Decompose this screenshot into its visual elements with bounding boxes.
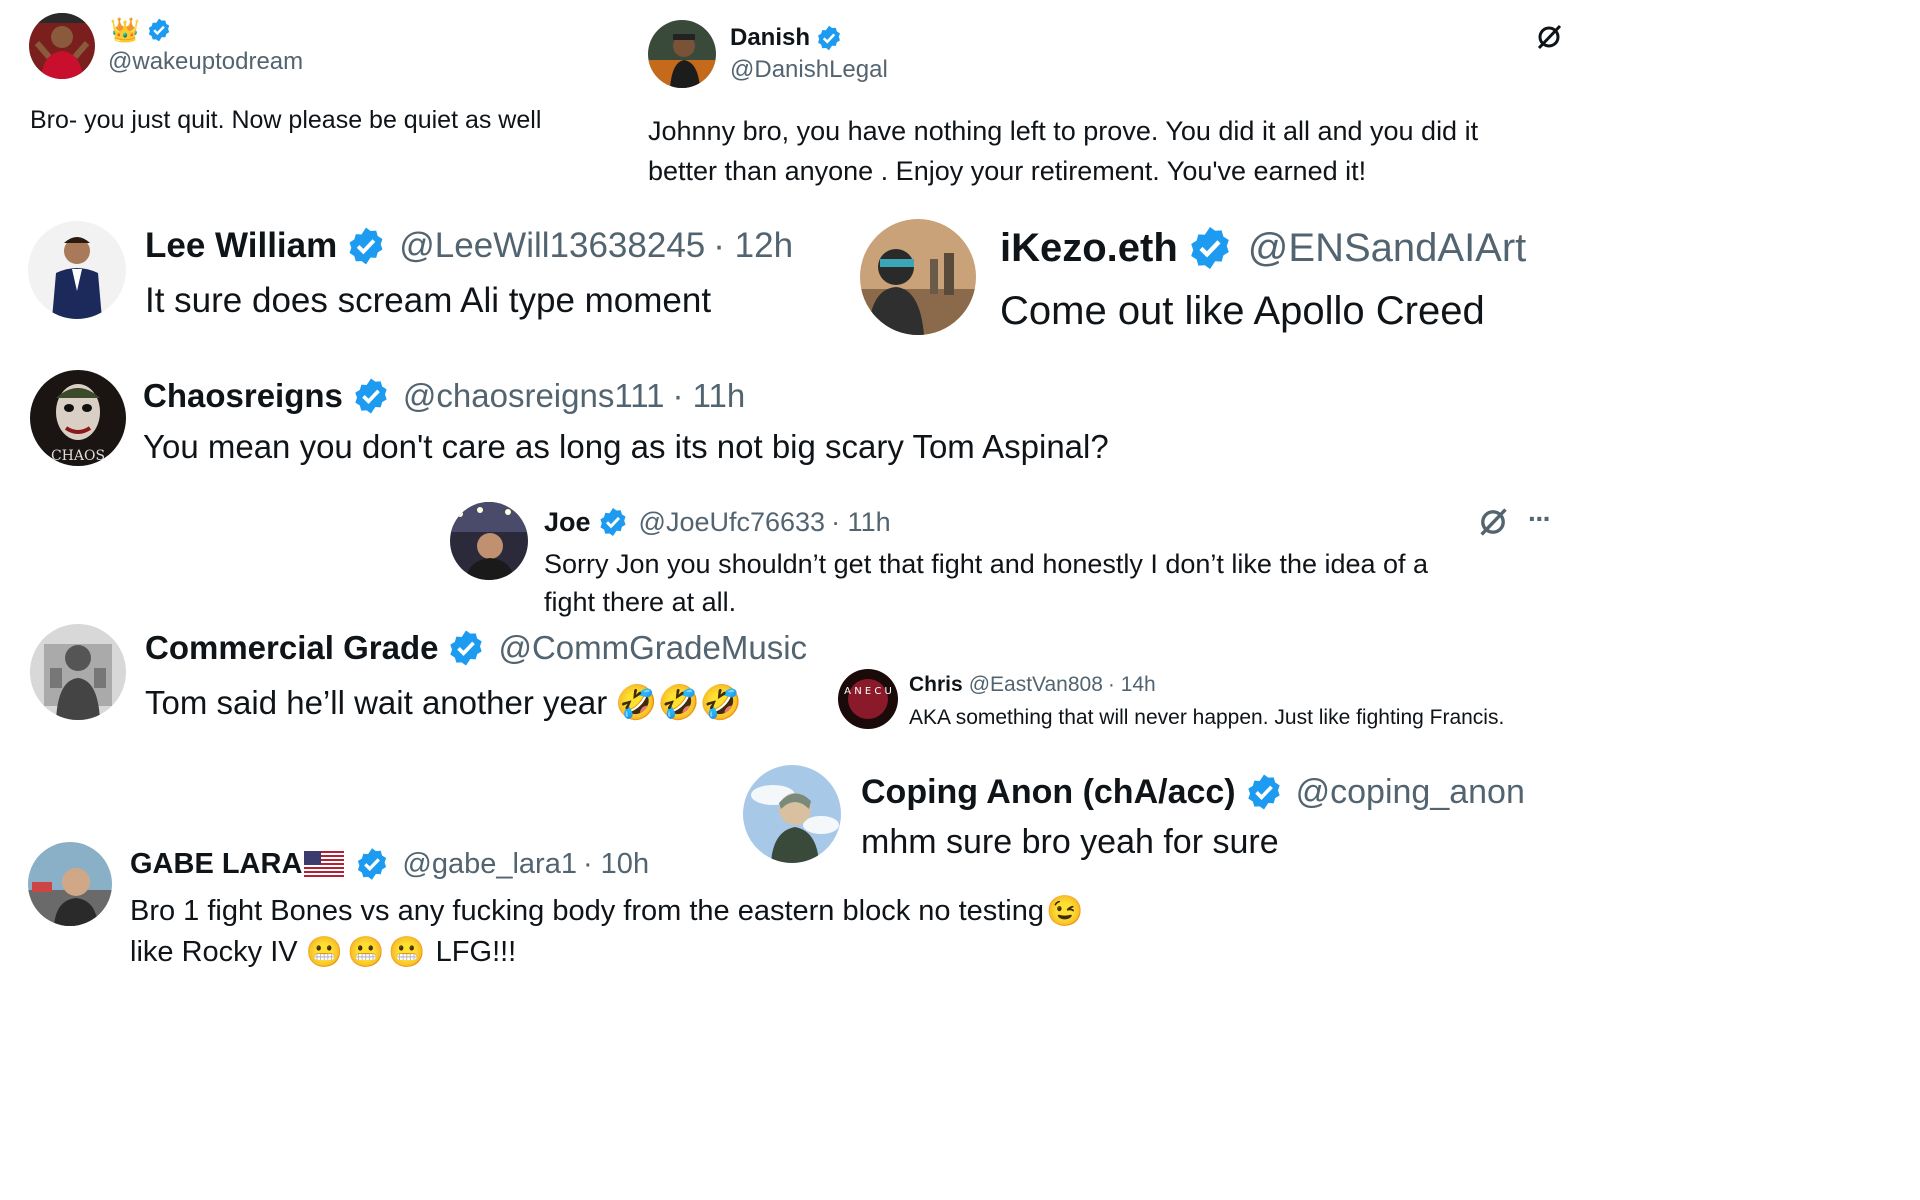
display-name[interactable]: Lee William — [145, 226, 337, 266]
display-name[interactable]: Coping Anon (chA/acc) — [861, 773, 1236, 812]
avatar[interactable] — [28, 221, 126, 319]
timestamp[interactable]: · 11h — [673, 377, 746, 415]
avatar[interactable] — [28, 842, 112, 926]
verified-badge-icon — [351, 376, 391, 416]
avatar[interactable]: A N E C U — [838, 669, 898, 729]
verified-badge-icon — [1186, 224, 1234, 272]
timestamp[interactable]: · 12h — [713, 226, 793, 266]
timestamp[interactable]: · 14h — [1108, 673, 1156, 697]
verified-badge-icon — [146, 17, 172, 43]
grimace-emoji: 😬😬😬 — [305, 935, 430, 969]
display-name[interactable]: Chris — [909, 673, 963, 697]
tweet-text: You mean you don't care as long as its n… — [143, 428, 1109, 465]
tweet-text-line2: better than anyone . Enjoy your retireme… — [648, 156, 1367, 186]
tweet-text-line1: Sorry Jon you shouldn’t get that fight a… — [544, 549, 1429, 579]
tweet-commercial-grade[interactable]: Commercial Grade @CommGradeMusic Tom sai… — [0, 615, 830, 735]
avatar[interactable] — [29, 13, 95, 79]
svg-text:A N E C U: A N E C U — [844, 686, 892, 697]
tweet-gabe-lara[interactable]: GABE LARA @gabe_lara1 · 10h Bro 1 fight … — [0, 830, 1300, 979]
verified-badge-icon — [1244, 772, 1284, 812]
display-name[interactable]: Danish — [730, 24, 810, 52]
tweet-text: Bro- you just quit. Now please be quiet … — [30, 106, 542, 134]
more-icon[interactable]: ··· — [1528, 503, 1552, 535]
wink-emoji: 😉 — [1046, 894, 1084, 928]
display-name[interactable]: Chaosreigns — [143, 377, 343, 415]
tweet-text-line2: like Rocky IV — [130, 935, 298, 968]
display-name[interactable]: GABE LARA — [130, 848, 302, 881]
timestamp[interactable]: · 10h — [583, 848, 649, 881]
tweet-text-line2: fight there at all. — [544, 587, 737, 617]
tweet-text: AKA something that will never happen. Ju… — [909, 706, 1505, 729]
grok-icon[interactable] — [1534, 22, 1564, 52]
verified-badge-icon — [815, 24, 843, 52]
handle[interactable]: @chaosreigns111 — [403, 377, 665, 415]
tweet-text-line1: Johnny bro, you have nothing left to pro… — [648, 116, 1479, 146]
tweet-danish[interactable]: Danish @DanishLegal Johnny bro, you have… — [630, 0, 1568, 200]
tweet-chaosreigns[interactable]: CHAOS Chaosreigns @chaosreigns111 · 11h … — [0, 360, 1300, 485]
verified-badge-icon — [345, 225, 387, 267]
tweet-text: Come out like Apollo Creed — [1000, 289, 1485, 333]
handle[interactable]: @LeeWill13638245 — [399, 226, 705, 266]
display-name[interactable]: Commercial Grade — [145, 629, 438, 667]
verified-badge-icon — [446, 628, 486, 668]
crown-emoji: 👑 — [110, 16, 140, 44]
verified-badge-icon — [597, 506, 629, 538]
tweet-text: Tom said he’ll wait another year — [145, 684, 608, 721]
handle[interactable]: @gabe_lara1 — [402, 848, 577, 881]
handle[interactable]: @EastVan808 — [969, 673, 1103, 697]
tweet-joe[interactable]: Joe @JoeUfc76633 · 11h ··· Sorry Jon you… — [440, 495, 1568, 625]
svg-text:CHAOS: CHAOS — [51, 448, 105, 464]
tweet-text-lfg: LFG!!! — [435, 935, 517, 968]
handle[interactable]: @wakeuptodream — [108, 48, 303, 76]
tweet-text: It sure does scream Ali type moment — [145, 281, 712, 320]
handle[interactable]: @DanishLegal — [730, 56, 888, 84]
tweet-lee-william[interactable]: Lee William @LeeWill13638245 · 12h It su… — [0, 205, 840, 340]
handle[interactable]: @ENSandAIArt — [1248, 226, 1527, 271]
avatar[interactable] — [648, 20, 716, 88]
handle[interactable]: @JoeUfc76633 — [639, 507, 826, 538]
avatar[interactable] — [860, 219, 976, 335]
timestamp[interactable]: · 11h — [831, 507, 891, 538]
tweet-chris[interactable]: A N E C U Chris @EastVan808 · 14h AKA so… — [830, 660, 1568, 740]
grok-icon[interactable] — [1476, 505, 1510, 539]
avatar[interactable]: CHAOS — [30, 370, 126, 466]
display-name[interactable]: Joe — [544, 507, 591, 538]
handle[interactable]: @coping_anon — [1296, 773, 1525, 812]
avatar[interactable] — [30, 624, 126, 720]
flag-us-icon — [304, 851, 345, 877]
tweet-text-line1: Bro 1 fight Bones vs any fucking body fr… — [130, 894, 1045, 927]
tweet-ikezo[interactable]: iKezo.eth @ENSandAIArt Come out like Apo… — [845, 205, 1568, 345]
display-name[interactable]: iKezo.eth — [1000, 226, 1178, 271]
tweet-wakeuptodream[interactable]: 👑 @wakeuptodream Bro- you just quit. Now… — [0, 0, 630, 145]
rofl-emoji: 🤣🤣🤣 — [615, 684, 743, 722]
avatar[interactable] — [450, 502, 528, 580]
handle[interactable]: @CommGradeMusic — [498, 629, 807, 667]
verified-badge-icon — [354, 846, 390, 882]
